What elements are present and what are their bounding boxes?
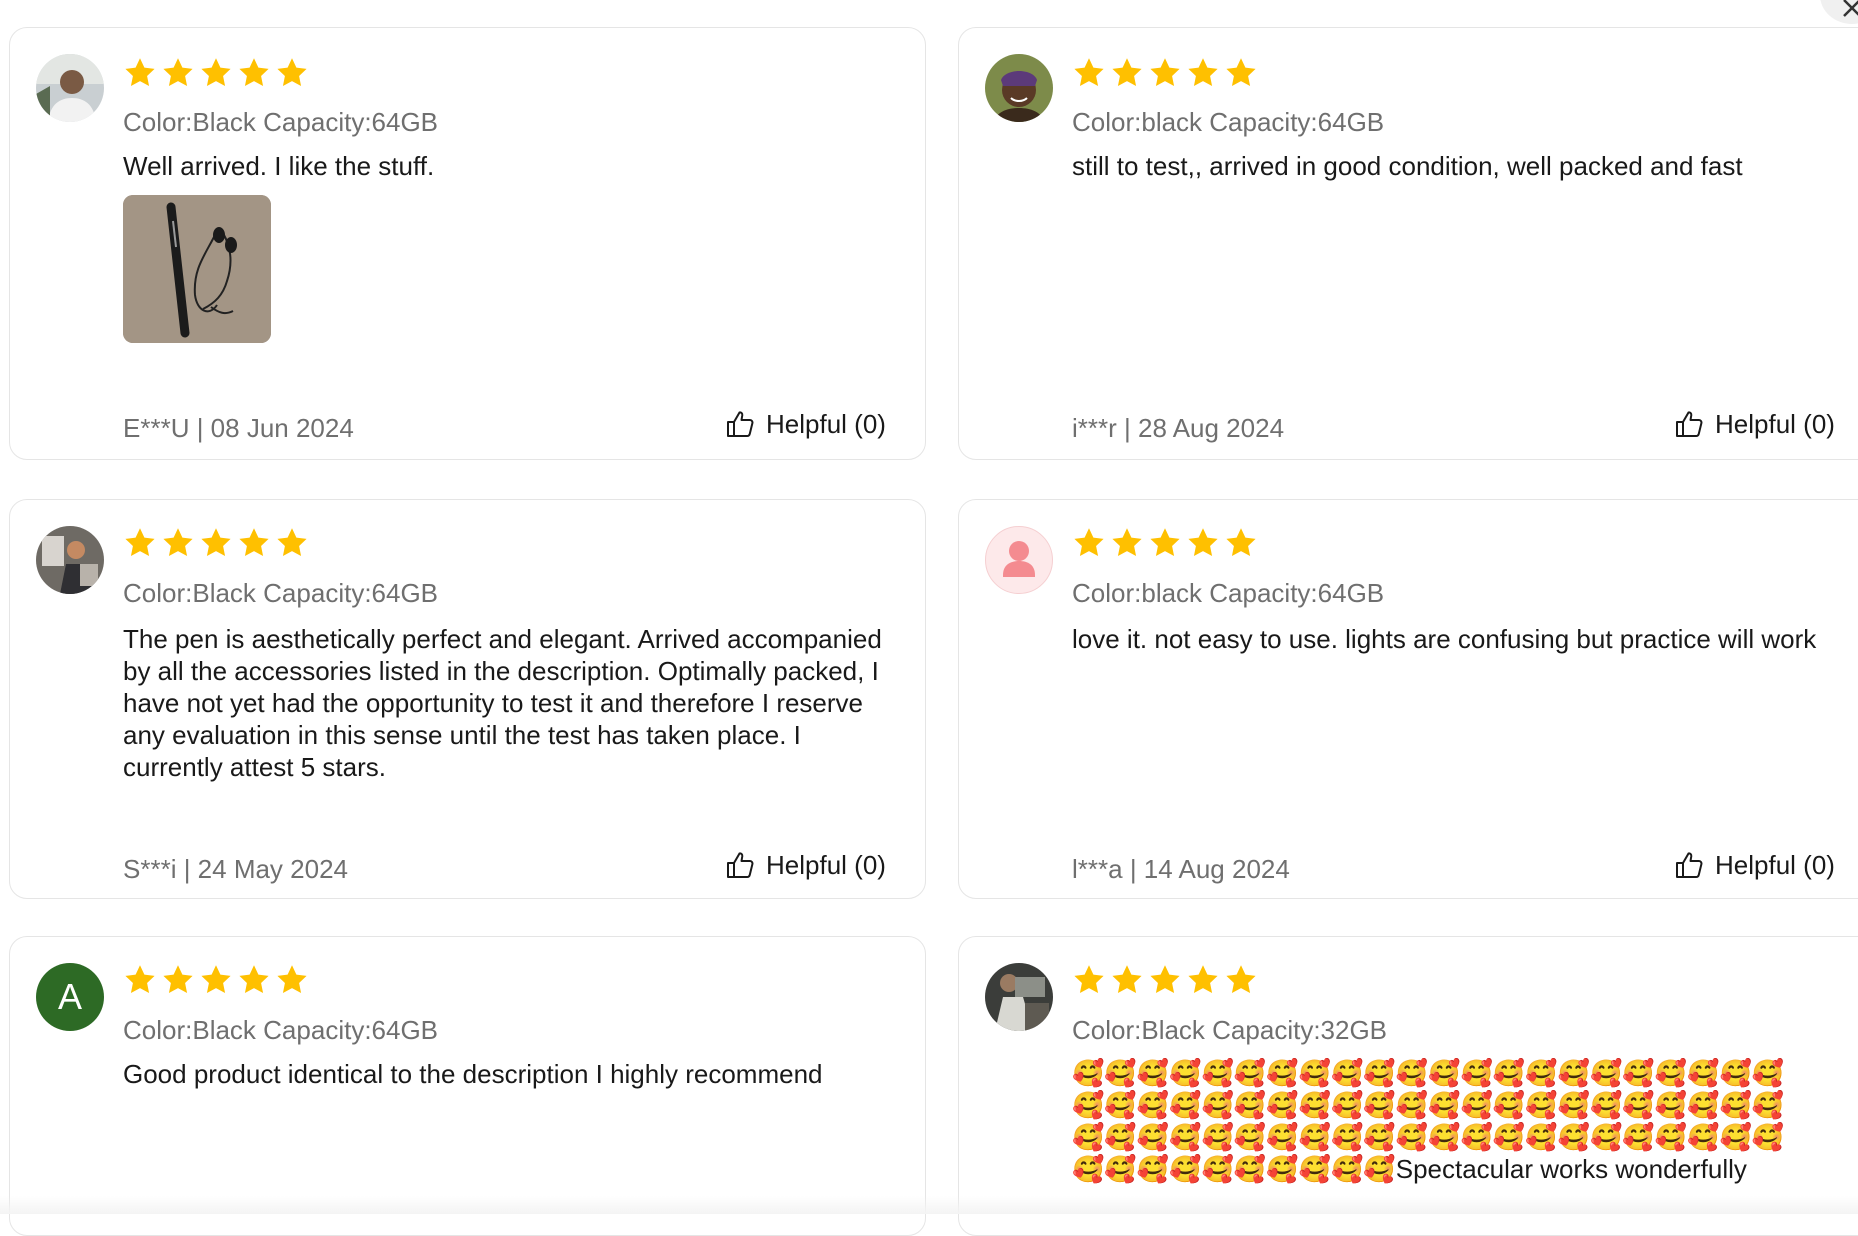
close-button[interactable] — [1820, 0, 1858, 24]
review-text: Well arrived. I like the stuff. — [123, 151, 435, 181]
star-icon — [237, 526, 271, 560]
review-card: Color:Black Capacity:64GB Well arrived. … — [9, 27, 926, 460]
thumbs-up-icon — [1673, 408, 1705, 440]
review-card: Color:Black Capacity:64GB The pen is aes… — [9, 499, 926, 899]
star-icon — [275, 963, 309, 997]
reviewer-avatar — [985, 963, 1053, 1031]
review-author-date: l***a | 14 Aug 2024 — [1072, 854, 1290, 884]
review-card: A Color:Black Capacity:64GB Good product… — [9, 936, 926, 1236]
user-silhouette-icon — [1003, 541, 1035, 577]
rating-stars — [123, 56, 309, 90]
star-icon — [1110, 56, 1144, 90]
star-icon — [1186, 526, 1220, 560]
reviewer-avatar — [985, 526, 1053, 594]
rating-stars — [1072, 963, 1258, 997]
avatar-letter: A — [57, 976, 82, 1017]
review-text: love it. not easy to use. lights are con… — [1072, 624, 1817, 654]
star-icon — [199, 56, 233, 90]
star-icon — [1072, 963, 1106, 997]
star-icon — [123, 56, 157, 90]
star-icon — [1148, 963, 1182, 997]
star-icon — [199, 963, 233, 997]
review-author-date: E***U | 08 Jun 2024 — [123, 413, 354, 443]
helpful-label: Helpful (0) — [766, 408, 886, 439]
reviewer-avatar — [36, 526, 104, 594]
review-text: 🥰🥰🥰🥰🥰🥰🥰🥰🥰🥰🥰🥰🥰🥰🥰🥰🥰🥰🥰🥰🥰🥰🥰🥰🥰🥰🥰🥰🥰🥰🥰🥰🥰🥰🥰🥰🥰🥰🥰🥰… — [1072, 1058, 1785, 1184]
review-card: Color:black Capacity:64GB love it. not e… — [958, 499, 1858, 899]
star-icon — [1072, 526, 1106, 560]
review-text: Good product identical to the descriptio… — [123, 1059, 823, 1089]
star-icon — [1110, 526, 1144, 560]
review-author-date: S***i | 24 May 2024 — [123, 854, 348, 884]
star-icon — [1148, 526, 1182, 560]
star-icon — [161, 56, 195, 90]
review-photo[interactable] — [123, 195, 271, 343]
product-variant: Color:black Capacity:64GB — [1072, 578, 1385, 608]
star-icon — [275, 526, 309, 560]
bottom-fade — [0, 1196, 1858, 1214]
helpful-label: Helpful (0) — [1715, 849, 1835, 880]
helpful-button[interactable]: Helpful (0) — [724, 849, 886, 881]
review-text: The pen is aesthetically perfect and ele… — [123, 624, 882, 782]
star-icon — [237, 963, 271, 997]
product-variant: Color:black Capacity:64GB — [1072, 107, 1385, 137]
thumbs-up-icon — [724, 408, 756, 440]
review-author-date: i***r | 28 Aug 2024 — [1072, 413, 1285, 443]
reviewer-avatar — [36, 54, 104, 122]
star-icon — [1224, 526, 1258, 560]
review-card: Color:Black Capacity:32GB 🥰🥰🥰🥰🥰🥰🥰🥰🥰🥰🥰🥰🥰🥰… — [958, 936, 1858, 1236]
star-icon — [275, 56, 309, 90]
thumbs-up-icon — [1673, 849, 1705, 881]
rating-stars — [1072, 526, 1258, 560]
star-icon — [237, 56, 271, 90]
rating-stars — [123, 526, 309, 560]
rating-stars — [123, 963, 309, 997]
reviewer-avatar: A — [36, 963, 104, 1031]
rating-stars — [1072, 56, 1258, 90]
helpful-button[interactable]: Helpful (0) — [724, 408, 886, 440]
product-variant: Color:Black Capacity:64GB — [123, 107, 439, 137]
product-variant: Color:Black Capacity:64GB — [123, 578, 439, 608]
helpful-button[interactable]: Helpful (0) — [1673, 408, 1835, 440]
star-icon — [123, 526, 157, 560]
star-icon — [1224, 963, 1258, 997]
star-icon — [199, 526, 233, 560]
star-icon — [1148, 56, 1182, 90]
star-icon — [161, 963, 195, 997]
helpful-label: Helpful (0) — [1715, 408, 1835, 439]
star-icon — [1072, 56, 1106, 90]
helpful-label: Helpful (0) — [766, 849, 886, 880]
review-card: Color:black Capacity:64GB still to test,… — [958, 27, 1858, 460]
star-icon — [123, 963, 157, 997]
product-variant: Color:Black Capacity:64GB — [123, 1015, 439, 1045]
helpful-button[interactable]: Helpful (0) — [1673, 849, 1835, 881]
thumbs-up-icon — [724, 849, 756, 881]
product-variant: Color:Black Capacity:32GB — [1072, 1015, 1388, 1045]
star-icon — [1186, 963, 1220, 997]
star-icon — [1110, 963, 1144, 997]
reviewer-avatar — [985, 54, 1053, 122]
star-icon — [161, 526, 195, 560]
review-text: still to test,, arrived in good conditio… — [1072, 151, 1743, 181]
star-icon — [1186, 56, 1220, 90]
star-icon — [1224, 56, 1258, 90]
close-icon — [1843, 0, 1858, 17]
